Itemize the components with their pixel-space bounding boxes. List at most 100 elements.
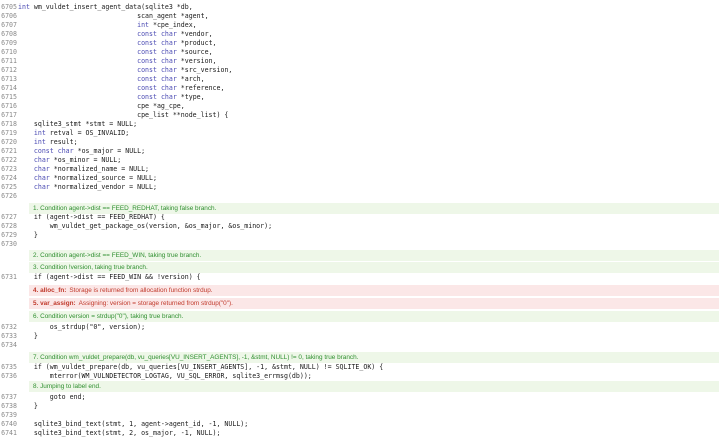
code-text: const char *src_version, [137,65,233,74]
code-text: scan_agent *agent, [18,11,209,20]
code-text: const char *product, [137,38,217,47]
line-number: 6713 [1,74,17,83]
code-text: int retval = OS_INVALID; [33,128,130,137]
code-line: 6718 sqlite3_stmt *stmt = NULL; [0,119,720,128]
event-text: 3. Condition !version, taking true branc… [33,264,148,271]
event-annotation: 6. Condition version = strdup("0"), taki… [29,311,719,322]
code-line: 6714 const char *reference, [0,83,720,92]
code-text: sqlite3_stmt *stmt = NULL; [18,119,138,128]
code-line: 6715 const char *type, [0,92,720,101]
line-number: 6721 [1,146,17,155]
code-line: 6706 scan_agent *agent, [0,11,720,20]
event-text: Assigning: version = storage returned fr… [78,300,233,307]
code-line: 6726 [0,191,720,200]
event-annotation: 7. Condition wm_vuldet_prepare(db, vu_qu… [29,352,719,363]
event-tag: 4. alloc_fn: [33,287,67,294]
line-number: 6720 [1,137,17,146]
code-text: cpe *ag_cpe, [18,101,185,110]
line-number: 6740 [1,419,17,428]
event-text: 7. Condition wm_vuldet_prepare(db, vu_qu… [33,354,359,361]
code-text: const char *type, [137,92,205,101]
line-number: 6709 [1,38,17,47]
code-line: 6732 os_strdup("0", version); [0,322,720,331]
code-text: if (wm_vuldet_prepare(db, vu_queries[VU_… [18,362,384,371]
line-number: 6741 [1,428,17,437]
event-annotation: 4. alloc_fn: Storage is returned from all… [29,285,719,296]
code-line: 6730 [0,239,720,248]
code-line: 6733 } [0,331,720,340]
line-number: 6712 [1,65,17,74]
line-number: 6732 [1,322,17,331]
line-number: 6738 [1,401,17,410]
event-tag: 5. var_assign: [33,300,76,307]
code-text: char *normalized_vendor = NULL; [33,182,157,191]
line-number: 6711 [1,56,17,65]
event-annotation: 1. Condition agent->dist == FEED_REDHAT,… [29,203,719,214]
event-annotation: 5. var_assign: Assigning: version = stora… [29,298,719,309]
line-number: 6724 [1,173,17,182]
event-text: 2. Condition agent->dist == FEED_WIN, ta… [33,252,202,259]
line-number: 6710 [1,47,17,56]
line-number: 6715 [1,92,17,101]
code-text: const char *os_major = NULL; [33,146,146,155]
code-text: const char *source, [137,47,213,56]
event-text: 8. Jumping to label end. [33,383,101,390]
code-line: 6731 if (agent->dist == FEED_WIN && !ver… [0,272,720,281]
line-number: 6729 [1,230,17,239]
code-text: os_strdup("0", version); [18,322,146,331]
code-text: int *cpe_index, [137,20,197,29]
code-text: sqlite3_bind_text(stmt, 2, os_major, -1,… [18,428,221,437]
event-annotation: 3. Condition !version, taking true branc… [29,262,719,273]
code-text: } [18,331,38,340]
code-viewer: 6705 int wm_vuldet_insert_agent_data(sqli… [0,0,720,437]
code-line: 6736 mterror(WM_VULNDETECTOR_LOGTAG, VU_… [0,371,720,380]
code-text: int wm_vuldet_insert_agent_data(sqlite3 … [18,2,193,11]
code-line: 6712 const char *src_version, [0,65,720,74]
code-line: 6724 char *normalized_source = NULL; [0,173,720,182]
code-line: 6735 if (wm_vuldet_prepare(db, vu_querie… [0,362,720,371]
event-text: Storage is returned from allocation func… [69,287,213,294]
line-number: 6731 [1,272,17,281]
code-line: 6722 char *os_minor = NULL; [0,155,720,164]
code-text: const char *reference, [137,83,225,92]
code-text: sqlite3_bind_text(stmt, 1, agent->agent_… [18,419,249,428]
line-number: 6736 [1,371,17,380]
code-text: char *normalized_name = NULL; [33,164,150,173]
code-line: 6713 const char *arch, [0,74,720,83]
line-number: 6733 [1,331,17,340]
line-number: 6718 [1,119,17,128]
code-text: char *os_minor = NULL; [33,155,122,164]
code-line: 6739 [0,410,720,419]
code-line: 6734 [0,340,720,349]
code-text: char *normalized_source = NULL; [33,173,157,182]
line-number: 6726 [1,191,17,200]
event-annotation: 2. Condition agent->dist == FEED_WIN, ta… [29,250,719,261]
code-line: 6728 wm_vuldet_get_package_os(version, &… [0,221,720,230]
event-annotation: 8. Jumping to label end. [29,381,719,392]
line-number: 6708 [1,29,17,38]
code-text: } [18,230,38,239]
line-number: 6730 [1,239,17,248]
code-line: 6740 sqlite3_bind_text(stmt, 1, agent->a… [0,419,720,428]
line-number: 6728 [1,221,17,230]
code-line: 6721 const char *os_major = NULL; [0,146,720,155]
line-number: 6706 [1,11,17,20]
code-line: 6720 int result; [0,137,720,146]
line-number: 6725 [1,182,17,191]
code-text: int result; [33,137,78,146]
code-line: 6719 int retval = OS_INVALID; [0,128,720,137]
line-number: 6735 [1,362,17,371]
code-line: 6707 int *cpe_index, [0,20,720,29]
code-line: 6737 goto end; [0,392,720,401]
code-text: if (agent->dist == FEED_WIN && !version)… [18,272,201,281]
code-line: 6709 const char *product, [0,38,720,47]
code-line: 6708 const char *vendor, [0,29,720,38]
code-text: } [18,401,38,410]
code-line: 6717 cpe_list **node_list) { [0,110,720,119]
line-number: 6727 [1,212,17,221]
code-text: cpe_list **node_list) { [18,110,229,119]
code-text: goto end; [18,392,86,401]
code-text: mterror(WM_VULNDETECTOR_LOGTAG, VU_SQL_E… [18,371,312,380]
line-number: 6717 [1,110,17,119]
code-text: const char *version, [137,56,217,65]
